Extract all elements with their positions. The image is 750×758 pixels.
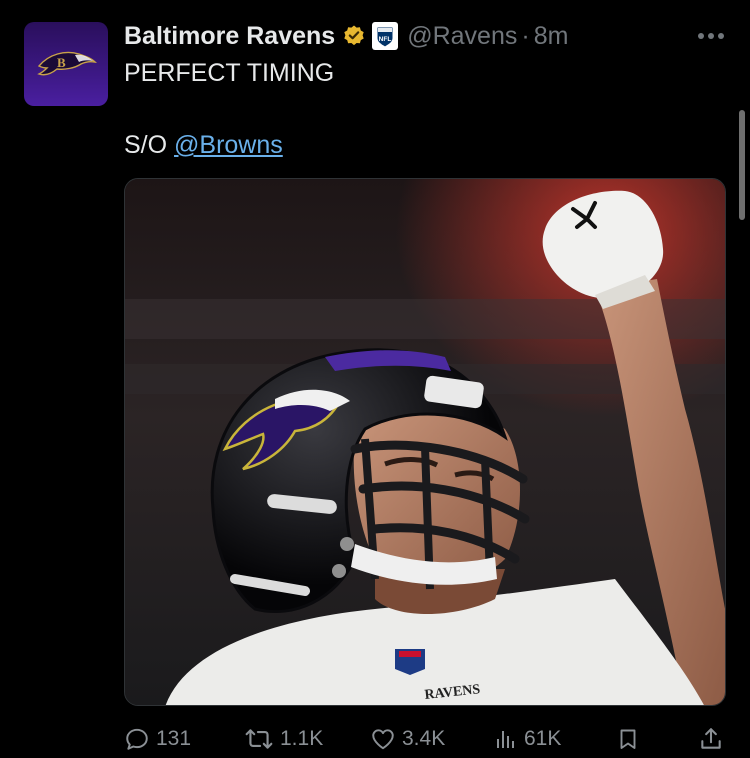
tweet-text-prefix: S/O (124, 131, 175, 159)
more-options-button[interactable] (692, 19, 730, 53)
reply-icon (126, 728, 148, 750)
svg-text:NFL: NFL (379, 36, 392, 43)
more-dots-icon (698, 33, 724, 39)
mention-link[interactable]: @Browns (174, 131, 283, 159)
tweet-media-photo[interactable]: RAVENS (124, 178, 726, 706)
svg-text:B: B (57, 55, 66, 70)
avatar[interactable]: B (24, 22, 108, 106)
views-chart-icon (497, 731, 514, 748)
share-button[interactable] (698, 724, 724, 754)
heart-icon (372, 729, 394, 750)
tweet[interactable]: B Baltimore Ravens NFL @Ravens · 8m PERF… (0, 0, 750, 758)
repost-count: 1.1K (280, 727, 324, 750)
scrollbar-thumb[interactable] (739, 110, 745, 220)
tweet-text-line-1: PERFECT TIMING (124, 59, 335, 87)
player-photo: RAVENS (125, 179, 725, 705)
tweet-header: Baltimore Ravens NFL @Ravens · 8m (124, 19, 730, 53)
views-count: 61K (524, 727, 562, 750)
repost-button[interactable]: 1.1K (244, 724, 323, 754)
handle[interactable]: @Ravens (407, 22, 517, 51)
reply-button[interactable]: 131 (124, 724, 191, 754)
reply-count: 131 (156, 727, 192, 750)
bookmark-button[interactable] (616, 724, 640, 754)
action-bar: 131 1.1K 3.4K 61K (124, 724, 728, 754)
repost-icon (245, 729, 273, 749)
bookmark-icon (620, 729, 636, 749)
display-name[interactable]: Baltimore Ravens (124, 22, 335, 51)
like-count: 3.4K (402, 727, 446, 750)
views-button[interactable]: 61K (494, 724, 561, 754)
ravens-logo-icon: B (37, 51, 97, 76)
nfl-logo-icon[interactable]: NFL (372, 22, 399, 50)
like-button[interactable]: 3.4K (370, 724, 445, 754)
tweet-text-line-2: S/O @Browns (124, 130, 283, 160)
share-icon (701, 728, 721, 749)
verified-badge-icon[interactable] (342, 24, 366, 48)
separator-dot: · (521, 21, 530, 50)
timestamp[interactable]: 8m (534, 22, 569, 51)
